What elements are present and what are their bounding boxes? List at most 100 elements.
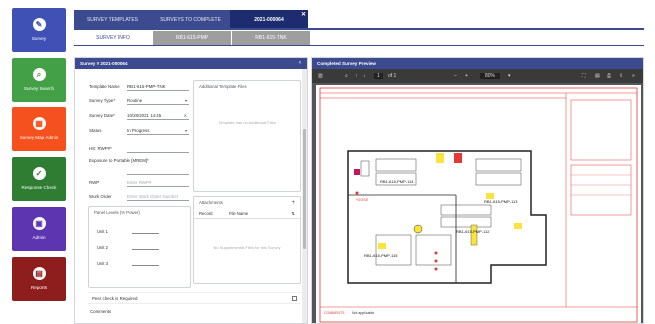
close-icon[interactable]: ✕ xyxy=(301,11,306,18)
nav-reports[interactable]: ▤ Reports xyxy=(12,257,66,301)
rwp-row: HS: RWP#* xyxy=(89,144,189,153)
subtab-rb1-615-tnk[interactable]: RB1-615-TNK xyxy=(232,31,310,45)
panel-title: Survey # 2021-000064 xyxy=(80,61,128,66)
unit-3-label: Unit 3 xyxy=(97,261,108,266)
template-name-label: Template Name xyxy=(89,84,120,89)
sidebar-toggle-icon[interactable]: ▥ xyxy=(318,73,323,79)
record-column-header: Record xyxy=(199,211,213,216)
add-attachment-icon[interactable]: + xyxy=(291,200,295,206)
nav-admin[interactable]: ▣ Admin xyxy=(12,207,66,251)
dropdown-arrow-icon: ▾ xyxy=(184,127,187,133)
room-label: RB1-615-PMP-112 xyxy=(456,229,490,234)
panel-levels-box: Panel Levels (% Power) Unit 1 Unit 2 Uni… xyxy=(88,206,191,288)
rwp-number-input[interactable]: Enter RWP# xyxy=(127,179,189,187)
zoom-select[interactable]: 80% xyxy=(480,73,501,79)
exposure-label: Exposure to Portable [MREM]* xyxy=(89,158,149,163)
additional-template-files-box: Additional Template Files Template has n… xyxy=(193,80,301,192)
pdf-toolbar: ▥ ⌕ ↑ ↓ 1 of 1 − + 80% ▾ ⛶ ▤ ⎙ ⇩ » xyxy=(312,69,643,83)
tab-survey-templates[interactable]: SURVEY TEMPLATES xyxy=(74,10,151,29)
rwp-number-label: RWP xyxy=(89,180,100,185)
comments-text: Not applicable xyxy=(352,311,374,315)
status-row: Status In Progress ▾ xyxy=(89,126,189,135)
work-order-row: Work Order Enter Work Order Number xyxy=(89,192,189,201)
presentation-icon[interactable]: ⛶ xyxy=(582,73,586,79)
collapse-chevron-icon[interactable]: ‹ xyxy=(299,60,301,66)
clear-date-icon[interactable]: ✕ xyxy=(184,113,187,118)
room-label: RB1-615-PMP-113 xyxy=(484,199,518,204)
nav-survey-search[interactable]: ⌕ Survey Search xyxy=(12,58,66,102)
survey-type-select[interactable]: Routine ▾ xyxy=(127,97,189,105)
work-order-input[interactable]: Enter Work Order Number xyxy=(127,193,189,201)
rwp-number-row: RWP Enter RWP# xyxy=(89,178,189,187)
page-total: of 1 xyxy=(388,73,397,79)
subtab-survey-info[interactable]: SURVEY INFO xyxy=(74,31,152,45)
print-icon[interactable]: ⎙ xyxy=(607,73,611,79)
status-value: In Progress xyxy=(127,127,150,133)
attachments-header: Attachments + xyxy=(194,197,300,209)
unit-2-label: Unit 2 xyxy=(97,245,108,250)
top-tab-bar: SURVEY TEMPLATES SURVEYS TO COMPLETE 202… xyxy=(74,10,644,29)
survey-date-input[interactable]: 10/28/2021 14:45 ✕ xyxy=(127,112,189,120)
nav-label: Reports xyxy=(30,285,48,291)
tab-surveys-to-complete[interactable]: SURVEYS TO COMPLETE xyxy=(151,10,230,29)
tab-survey-2021-000064[interactable]: 2021-000064 ✕ xyxy=(230,10,308,29)
attachments-box: Attachments + Record File Name ⇅ No Suppl… xyxy=(193,196,301,284)
survey-type-value: Routine xyxy=(127,97,143,103)
nav-survey[interactable]: ✎ Survey xyxy=(12,8,66,52)
zoom-out-icon[interactable]: − xyxy=(454,73,457,79)
panel-levels-title: Panel Levels (% Power) xyxy=(94,210,140,215)
download-icon[interactable]: ⇩ xyxy=(619,73,623,79)
nav-response-check[interactable]: ✓ Response Check xyxy=(12,157,66,201)
peer-check-label: Peer check is Required xyxy=(92,295,138,301)
zoom-in-icon[interactable]: + xyxy=(465,73,468,79)
attachments-empty: No Supplemental Files for this Survey xyxy=(213,245,281,250)
room-label: RB1-615-PMP-114 xyxy=(380,179,414,184)
survey-preview-panel: Completed Survey Preview ▥ ⌕ ↑ ↓ 1 of 1 … xyxy=(311,57,644,324)
nav-label: Survey Map Admin xyxy=(19,135,59,141)
tab-underline xyxy=(74,28,644,30)
zoom-dropdown-icon[interactable]: ▾ xyxy=(508,73,511,79)
rwp-input[interactable] xyxy=(127,145,189,153)
rwp-label: HS: RWP#* xyxy=(89,146,112,151)
survey-icon: ✎ xyxy=(32,18,46,32)
next-page-icon[interactable]: ↓ xyxy=(363,73,366,79)
survey-map-admin-icon: ▦ xyxy=(32,117,46,131)
additional-template-title: Additional Template Files xyxy=(199,84,247,89)
open-file-icon[interactable]: ▤ xyxy=(595,73,600,79)
attachments-table-header: Record File Name ⇅ xyxy=(194,209,300,219)
unit-1-row: Unit 1 xyxy=(97,229,159,234)
dose-label: *DOSE xyxy=(356,198,369,202)
status-select[interactable]: In Progress ▾ xyxy=(127,127,189,135)
survey-date-value: 10/28/2021 14:45 xyxy=(127,112,162,118)
page-number-input[interactable]: 1 xyxy=(374,73,383,79)
scrollbar-thumb[interactable] xyxy=(303,129,306,249)
prev-page-icon[interactable]: ↑ xyxy=(355,73,358,79)
exposure-input-row xyxy=(127,166,189,175)
filename-column-header: File Name xyxy=(229,211,249,216)
panel-header: Survey # 2021-000064 ‹ xyxy=(75,58,307,69)
room-label: RB1-615-PMP-115 xyxy=(364,253,398,258)
survey-date-label: Survey Date* xyxy=(89,113,115,118)
survey-info-panel: Survey # 2021-000064 ‹ Template Name RB1… xyxy=(74,57,308,324)
response-check-icon: ✓ xyxy=(32,167,46,181)
exposure-input[interactable] xyxy=(127,167,189,175)
pdf-viewer[interactable]: RB1-615-PMP-114 RB1-615-PMP-113 RB1-615-… xyxy=(312,83,643,323)
subtab-underline xyxy=(74,45,644,46)
admin-icon: ▣ xyxy=(32,217,46,231)
template-name-value: RB1-615-PMP-TNK xyxy=(127,83,189,91)
peer-check-row: Peer check is Required xyxy=(88,292,301,304)
unit-3-input[interactable] xyxy=(131,261,159,266)
survey-type-row: Survey Type* Routine ▾ xyxy=(89,96,189,105)
tab-label: 2021-000064 xyxy=(254,16,284,23)
nav-survey-map-admin[interactable]: ▦ Survey Map Admin xyxy=(12,107,66,151)
sort-icon[interactable]: ⇅ xyxy=(291,211,295,216)
search-icon[interactable]: ⌕ xyxy=(345,73,348,79)
nav-label: Admin xyxy=(32,235,46,241)
panel-scrollbar[interactable] xyxy=(302,69,307,323)
unit-1-input[interactable] xyxy=(131,229,159,234)
dropdown-arrow-icon: ▾ xyxy=(184,97,187,103)
unit-2-input[interactable] xyxy=(131,245,159,250)
subtab-rb1-615-pmp[interactable]: RB1-615-PMP xyxy=(153,31,231,45)
more-tools-icon[interactable]: » xyxy=(632,73,635,79)
peer-check-checkbox[interactable] xyxy=(292,295,297,301)
